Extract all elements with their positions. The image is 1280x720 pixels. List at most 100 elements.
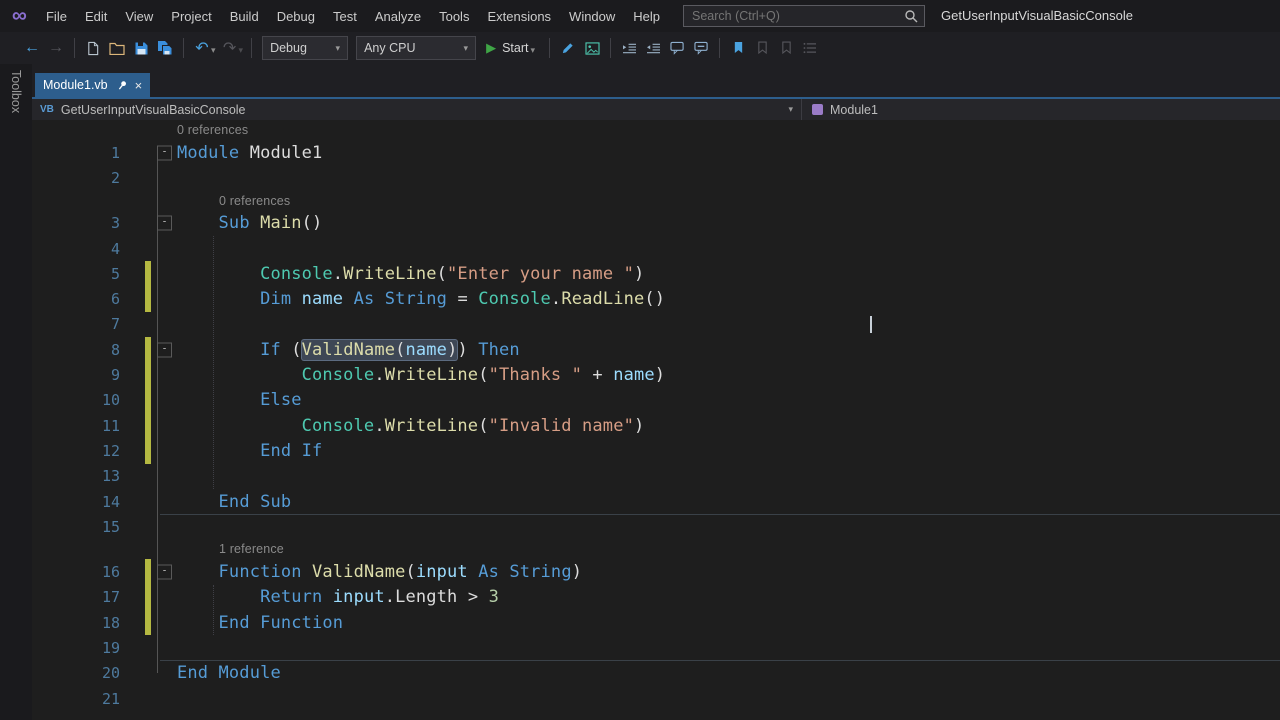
code-text[interactable]: Sub Main()	[177, 211, 1280, 236]
menu-item-project[interactable]: Project	[162, 0, 220, 32]
menu-item-window[interactable]: Window	[560, 0, 624, 32]
code-text[interactable]: If (ValidName(name)) Then	[177, 337, 1280, 362]
screenshot-icon[interactable]	[580, 36, 604, 60]
menu-item-help[interactable]: Help	[624, 0, 669, 32]
menu-item-test[interactable]: Test	[324, 0, 366, 32]
tab-module1[interactable]: Module1.vb ×	[35, 73, 150, 97]
code-token	[177, 562, 219, 582]
code-text[interactable]: Console.WriteLine("Thanks " + name)	[177, 362, 1280, 387]
code-line[interactable]: 2	[32, 165, 1280, 190]
code-line[interactable]: 14 End Sub	[32, 489, 1280, 514]
code-line[interactable]: 15	[32, 514, 1280, 539]
fold-collapse-box[interactable]: -	[157, 565, 172, 580]
save-all-icon[interactable]	[153, 36, 177, 60]
code-text[interactable]: 1 reference	[177, 539, 1280, 559]
menu-item-analyze[interactable]: Analyze	[366, 0, 430, 32]
code-text[interactable]: End Function	[177, 610, 1280, 635]
unindent-icon[interactable]	[641, 36, 665, 60]
solution-platform-dropdown[interactable]: Any CPU▾	[356, 36, 476, 60]
menu-item-debug[interactable]: Debug	[268, 0, 324, 32]
code-line[interactable]: 5 Console.WriteLine("Enter your name ")	[32, 261, 1280, 286]
code-line[interactable]: 8- If (ValidName(name)) Then	[32, 337, 1280, 362]
code-text[interactable]	[177, 312, 1280, 337]
code-line[interactable]: 20End Module	[32, 661, 1280, 686]
menu-item-tools[interactable]: Tools	[430, 0, 478, 32]
chevron-down-icon[interactable]: ▾	[788, 104, 793, 115]
fold-collapse-box[interactable]: -	[157, 216, 172, 231]
code-line[interactable]: 9 Console.WriteLine("Thanks " + name)	[32, 362, 1280, 387]
code-line[interactable]: 11 Console.WriteLine("Invalid name")	[32, 413, 1280, 438]
code-line[interactable]: 7	[32, 312, 1280, 337]
code-line[interactable]: 18 End Function	[32, 610, 1280, 635]
code-text[interactable]	[177, 514, 1280, 539]
codelens-references-link[interactable]: 0 references	[219, 194, 290, 208]
search-box[interactable]	[683, 5, 925, 27]
code-text[interactable]	[177, 635, 1280, 660]
code-text[interactable]: Function ValidName(input As String)	[177, 559, 1280, 584]
code-editor[interactable]: 0 references 1-Module Module12 0 reference…	[32, 120, 1280, 720]
code-text[interactable]: Console.WriteLine("Enter your name ")	[177, 261, 1280, 286]
navigate-back-icon[interactable]: ←	[20, 36, 44, 60]
code-line[interactable]: 19	[32, 635, 1280, 660]
new-project-icon[interactable]	[81, 36, 105, 60]
close-icon[interactable]: ×	[135, 78, 143, 93]
code-line[interactable]: 1-Module Module1	[32, 140, 1280, 165]
code-text[interactable]: Return input.Length > 3	[177, 585, 1280, 610]
code-text[interactable]	[177, 686, 1280, 711]
fold-collapse-box[interactable]: -	[157, 342, 172, 357]
line-number: 19	[32, 635, 126, 660]
indent-icon[interactable]	[617, 36, 641, 60]
code-line[interactable]: 4	[32, 236, 1280, 261]
code-line[interactable]: 17 Return input.Length > 3	[32, 585, 1280, 610]
toolbox-tab[interactable]: Toolbox	[9, 70, 23, 113]
bookmark-list-icon[interactable]	[798, 36, 822, 60]
code-line[interactable]: 10 Else	[32, 388, 1280, 413]
next-bookmark-icon[interactable]	[774, 36, 798, 60]
code-line[interactable]: 12 End If	[32, 438, 1280, 463]
member-dropdown[interactable]: Module1	[802, 99, 1280, 120]
redo-dropdown-caret[interactable]: ▾	[239, 45, 244, 56]
quick-actions-icon[interactable]	[556, 36, 580, 60]
menu-item-view[interactable]: View	[116, 0, 162, 32]
search-icon[interactable]	[904, 9, 918, 23]
visual-studio-logo-icon[interactable]: ∞	[12, 0, 27, 32]
navigate-forward-icon[interactable]: →	[44, 36, 68, 60]
open-file-icon[interactable]	[105, 36, 129, 60]
code-line[interactable]: 3- Sub Main()	[32, 211, 1280, 236]
code-text[interactable]: End If	[177, 438, 1280, 463]
code-text[interactable]: Dim name As String = Console.ReadLine()	[177, 286, 1280, 311]
menu-item-edit[interactable]: Edit	[76, 0, 116, 32]
code-line[interactable]: 21	[32, 686, 1280, 711]
start-debugging-button[interactable]: ▶ Start ▾	[486, 40, 537, 56]
code-text[interactable]: Console.WriteLine("Invalid name")	[177, 413, 1280, 438]
code-text[interactable]: Module Module1	[177, 140, 1280, 165]
pin-icon[interactable]	[117, 80, 128, 91]
start-dropdown-caret[interactable]: ▾	[530, 45, 535, 56]
code-line[interactable]: 13	[32, 464, 1280, 489]
code-text[interactable]: Else	[177, 388, 1280, 413]
codelens-references-link[interactable]: 1 reference	[219, 542, 284, 556]
codelens-references-link[interactable]: 0 references	[177, 123, 248, 137]
menu-item-file[interactable]: File	[37, 0, 76, 32]
code-text[interactable]: 0 references	[177, 120, 1280, 140]
code-line[interactable]: 6 Dim name As String = Console.ReadLine(…	[32, 286, 1280, 311]
code-text[interactable]: 0 references	[177, 191, 1280, 211]
save-icon[interactable]	[129, 36, 153, 60]
code-text[interactable]	[177, 464, 1280, 489]
code-line[interactable]: 16- Function ValidName(input As String)	[32, 559, 1280, 584]
undo-dropdown-caret[interactable]: ▾	[211, 45, 216, 56]
menu-item-build[interactable]: Build	[221, 0, 268, 32]
search-input[interactable]	[690, 8, 904, 24]
prev-bookmark-icon[interactable]	[750, 36, 774, 60]
code-text[interactable]: End Sub	[177, 489, 1280, 514]
solution-configuration-dropdown[interactable]: Debug▾	[262, 36, 348, 60]
menu-item-extensions[interactable]: Extensions	[478, 0, 560, 32]
uncomment-icon[interactable]	[689, 36, 713, 60]
code-text[interactable]: End Module	[177, 661, 1280, 686]
fold-collapse-box[interactable]: -	[157, 145, 172, 160]
code-text[interactable]	[177, 236, 1280, 261]
bookmark-toggle-icon[interactable]	[726, 36, 750, 60]
project-dropdown[interactable]: VB GetUserInputVisualBasicConsole ▾	[32, 99, 802, 120]
code-text[interactable]	[177, 165, 1280, 190]
comment-icon[interactable]	[665, 36, 689, 60]
